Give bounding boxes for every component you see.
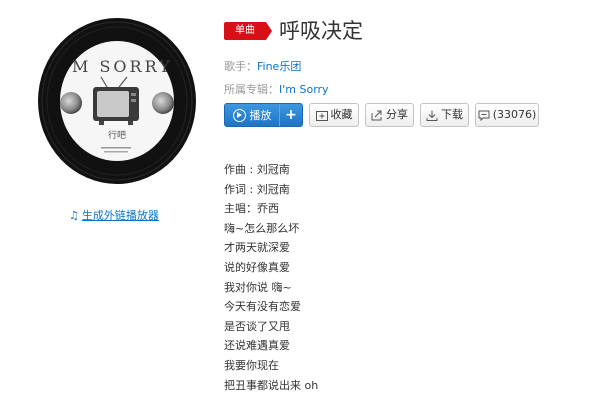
music-note-icon: ♫ xyxy=(69,209,79,222)
comment-icon xyxy=(478,110,490,121)
play-button-group: 播放 + xyxy=(224,103,303,127)
singer-row: 歌手：Fine乐团 xyxy=(224,58,301,74)
lyric-line: 才两天就深爱 xyxy=(224,241,290,255)
comment-count: (33076) xyxy=(492,108,537,121)
lyric-line: 嗨~怎么那么坏 xyxy=(224,221,300,235)
folder-plus-icon xyxy=(315,110,328,121)
lyric-line: 还说难遇真爱 xyxy=(224,339,290,353)
lyric-line: 主唱：乔西 xyxy=(224,202,279,216)
lyric-line: 把丑事都说出来 oh xyxy=(224,378,319,392)
download-icon xyxy=(426,110,438,121)
share-button[interactable]: 分享 xyxy=(365,103,414,127)
singer-link[interactable]: Fine乐团 xyxy=(257,60,301,73)
share-icon xyxy=(371,110,383,121)
cover-subtext: 行吧 xyxy=(107,131,126,141)
lyrics-block: 作曲 : 刘冠南 作词 : 刘冠南 主唱：乔西 嗨~怎么那么坏 才两天就深爱 说… xyxy=(224,160,318,395)
play-label: 播放 xyxy=(249,109,272,122)
cover-text: M SORRY xyxy=(72,57,173,76)
player-link-label: 生成外链播放器 xyxy=(81,209,159,222)
lyric-line: 是否谈了又甩 xyxy=(224,319,290,333)
download-label: 下载 xyxy=(441,108,463,121)
album-label: 所属专辑： xyxy=(224,83,279,96)
comment-button[interactable]: (33076) xyxy=(475,103,539,127)
song-title: 呼吸决定 xyxy=(279,19,363,43)
album-row: 所属专辑：I'm Sorry xyxy=(224,81,329,97)
share-label: 分享 xyxy=(386,108,408,121)
lyric-line: 我对你说 嗨~ xyxy=(224,280,292,294)
lyric-line: 说的好像真爱 xyxy=(224,260,290,274)
add-to-playlist-button[interactable]: + xyxy=(279,104,302,126)
download-button[interactable]: 下载 xyxy=(420,103,469,127)
album-link[interactable]: I'm Sorry xyxy=(279,83,329,96)
album-cover-vinyl: M SORRY 行吧 xyxy=(37,17,197,185)
single-badge: 单曲 xyxy=(224,22,272,40)
play-button[interactable]: 播放 xyxy=(225,104,279,126)
lyric-line: 今天有没有恋爱 xyxy=(224,300,301,314)
vinyl-record-graphic xyxy=(38,18,196,184)
collect-button[interactable]: 收藏 xyxy=(309,103,359,127)
generate-player-link[interactable]: ♫ 生成外链播放器 xyxy=(69,207,159,223)
lyric-line: 我要你现在 xyxy=(224,358,279,372)
collect-label: 收藏 xyxy=(330,108,353,121)
singer-label: 歌手： xyxy=(224,60,257,73)
lyric-line: 作词 : 刘冠南 xyxy=(224,182,290,196)
lyric-line: 作曲 : 刘冠南 xyxy=(224,163,290,176)
play-icon xyxy=(232,108,246,122)
